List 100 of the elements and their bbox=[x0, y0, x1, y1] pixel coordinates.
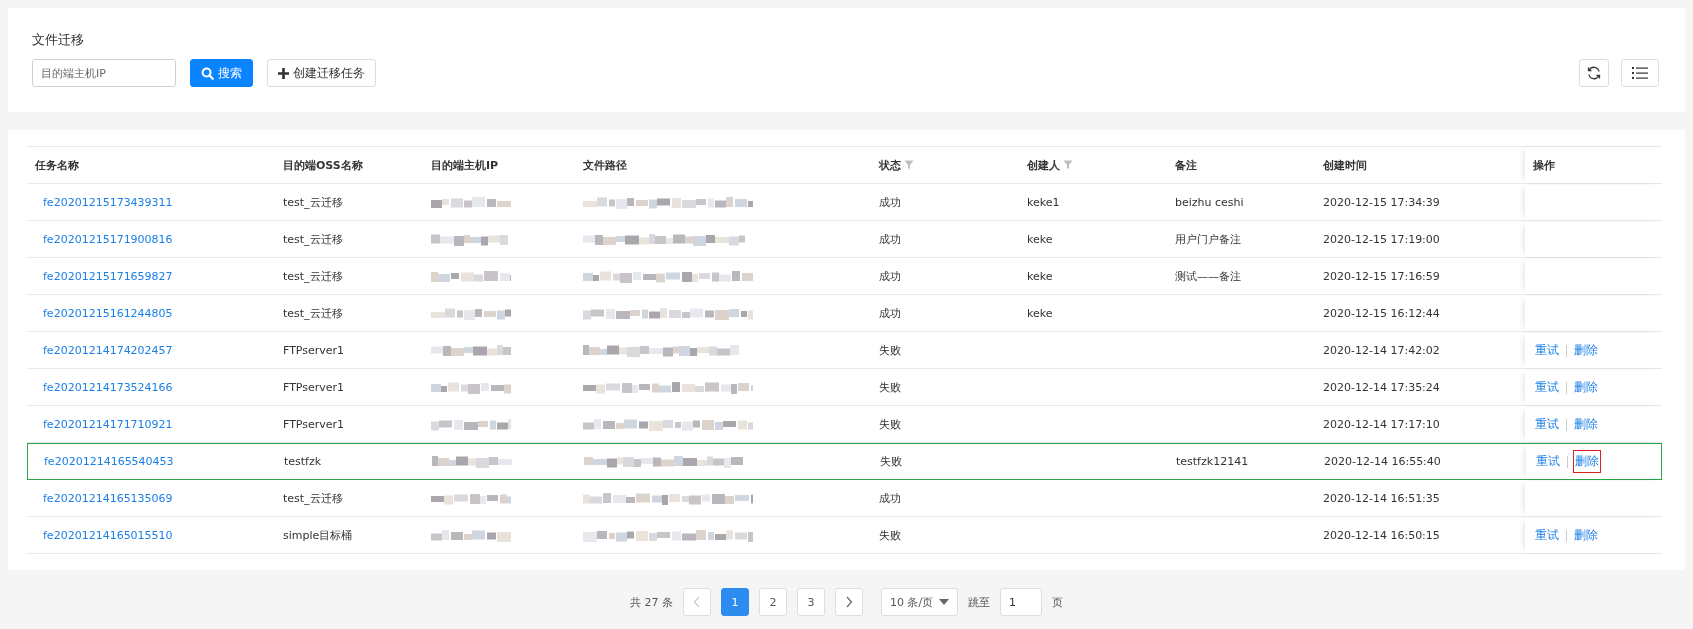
page-button[interactable]: 3 bbox=[796, 588, 825, 616]
table-cell: 2020-12-14 16:50:15 bbox=[1323, 529, 1440, 542]
table-cell: 2020-12-14 16:51:35 bbox=[1323, 492, 1440, 505]
task-link[interactable]: fe20201215173439311 bbox=[43, 196, 173, 209]
table-row[interactable]: fe20201214165540453 testfzk 失败 testfzk12141 2020-12-14 16:55:40 重试 删除 bbox=[27, 443, 1662, 480]
table-cell: 失败 bbox=[880, 454, 902, 469]
action-link[interactable]: 删除 bbox=[1572, 339, 1600, 362]
table-cell: testfzk bbox=[284, 455, 322, 468]
page-suffix: 页 bbox=[1052, 594, 1064, 610]
table-row[interactable]: fe20201215161244805 test_云迁移 成功 keke 2020-12-15 16:12:44 bbox=[27, 295, 1662, 332]
search-icon bbox=[201, 66, 214, 80]
table-cell: FTPserver1 bbox=[283, 381, 345, 394]
table-cell: 2020-12-14 16:55:40 bbox=[1324, 455, 1441, 468]
table-cell: 2020-12-14 17:35:24 bbox=[1323, 381, 1440, 394]
column-header: 操作 bbox=[1533, 157, 1555, 173]
action-link[interactable]: 重试 bbox=[1533, 376, 1561, 399]
action-link[interactable]: 重试 bbox=[1533, 524, 1561, 547]
table-cell: keke bbox=[1027, 307, 1053, 320]
table-cell: keke bbox=[1027, 270, 1053, 283]
action-link[interactable]: 删除 bbox=[1572, 413, 1600, 436]
table-row[interactable]: fe20201214165135069 test_云迁移 成功 2020-12-14 16:51:35 bbox=[27, 480, 1662, 517]
table-row[interactable]: fe20201214174202457 FTPserver1 失败 2020-12-14 17:42:02 重试 删除 bbox=[27, 332, 1662, 369]
action-link[interactable]: 删除 bbox=[1572, 376, 1600, 399]
action-link[interactable]: 重试 bbox=[1533, 339, 1561, 362]
table-cell: 测试——备注 bbox=[1175, 269, 1241, 284]
table-row[interactable]: fe20201215171659827 test_云迁移 成功 keke 测试——备注 2020-12-15 17:16:59 bbox=[27, 258, 1662, 295]
table-row[interactable]: fe20201215173439311 test_云迁移 成功 keke1 beizhu ceshi 2020-12-15 17:34:39 bbox=[27, 184, 1662, 221]
table-cell: beizhu ceshi bbox=[1175, 196, 1244, 209]
task-link[interactable]: fe20201214174202457 bbox=[43, 344, 173, 357]
table-cell: test_云迁移 bbox=[283, 195, 343, 210]
jump-label: 跳至 bbox=[968, 594, 991, 610]
search-field[interactable]: 目的端主机IP bbox=[32, 59, 176, 87]
refresh-button[interactable] bbox=[1579, 59, 1609, 87]
table-cell: 成功 bbox=[879, 232, 901, 247]
table-cell: 2020-12-14 17:42:02 bbox=[1323, 344, 1440, 357]
column-header: 文件路径 bbox=[583, 157, 627, 173]
table-cell: 失败 bbox=[879, 380, 901, 395]
table-cell: 失败 bbox=[879, 417, 901, 432]
column-header[interactable]: 状态 bbox=[879, 157, 914, 173]
table-cell: 2020-12-15 17:16:59 bbox=[1323, 270, 1440, 283]
table-cell: FTPserver1 bbox=[283, 418, 345, 431]
plus-icon bbox=[278, 67, 289, 79]
table-cell: 2020-12-15 17:34:39 bbox=[1323, 196, 1440, 209]
table-cell: 失败 bbox=[879, 343, 901, 358]
table-cell: 成功 bbox=[879, 269, 901, 284]
table-cell: 成功 bbox=[879, 306, 901, 321]
table-cell: test_云迁移 bbox=[283, 306, 343, 321]
table-cell: keke bbox=[1027, 233, 1053, 246]
page-button[interactable]: 1 bbox=[720, 588, 749, 616]
table-cell: 2020-12-14 17:17:10 bbox=[1323, 418, 1440, 431]
table-cell: test_云迁移 bbox=[283, 232, 343, 247]
task-link[interactable]: fe20201214165135069 bbox=[43, 492, 173, 505]
action-link[interactable]: 删除 bbox=[1573, 450, 1601, 473]
table-cell: 2020-12-15 17:19:00 bbox=[1323, 233, 1440, 246]
table-cell: 用户门户备注 bbox=[1175, 232, 1241, 247]
refresh-icon bbox=[1586, 65, 1602, 81]
column-header: 目的端主机IP bbox=[431, 157, 499, 173]
table-cell: test_云迁移 bbox=[283, 491, 343, 506]
task-link[interactable]: fe20201215171659827 bbox=[43, 270, 173, 283]
column-header: 任务名称 bbox=[35, 157, 79, 173]
action-link[interactable]: 重试 bbox=[1534, 450, 1562, 473]
table-cell: simple目标桶 bbox=[283, 528, 353, 543]
table-cell: 2020-12-15 16:12:44 bbox=[1323, 307, 1440, 320]
table-cell: 失败 bbox=[879, 528, 901, 543]
chevron-left-icon bbox=[692, 596, 701, 608]
page-button[interactable]: 2 bbox=[758, 588, 787, 616]
table-row[interactable]: fe20201214173524166 FTPserver1 失败 2020-12-14 17:35:24 重试 删除 bbox=[27, 369, 1662, 406]
list-icon bbox=[1632, 66, 1648, 80]
table-row[interactable]: fe20201215171900816 test_云迁移 成功 keke 用户门户备注 2020-12-15 17:19:00 bbox=[27, 221, 1662, 258]
task-link[interactable]: fe20201215171900816 bbox=[43, 233, 173, 246]
page-title: 文件迁移 bbox=[32, 31, 85, 49]
task-link[interactable]: fe20201214165540453 bbox=[44, 455, 174, 468]
filter-icon bbox=[1063, 160, 1073, 170]
filter-icon bbox=[904, 160, 914, 170]
column-header: 备注 bbox=[1175, 157, 1197, 173]
page-size-select[interactable]: 10 条/页 bbox=[880, 588, 959, 616]
table-cell: 成功 bbox=[879, 195, 901, 210]
task-link[interactable]: fe20201215161244805 bbox=[43, 307, 173, 320]
table-cell: keke1 bbox=[1027, 196, 1060, 209]
list-button[interactable] bbox=[1621, 59, 1659, 87]
task-link[interactable]: fe20201214165015510 bbox=[43, 529, 173, 542]
task-link[interactable]: fe20201214171710921 bbox=[43, 418, 173, 431]
search-button[interactable]: 搜索 bbox=[190, 59, 253, 87]
total-count: 共 27 条 bbox=[629, 594, 673, 610]
column-header: 目的端OSS名称 bbox=[283, 157, 363, 173]
column-header: 创建时间 bbox=[1323, 157, 1367, 173]
table-row[interactable]: fe20201214171710921 FTPserver1 失败 2020-12-14 17:17:10 重试 删除 bbox=[27, 406, 1662, 443]
action-link[interactable]: 重试 bbox=[1533, 413, 1561, 436]
column-header[interactable]: 创建人 bbox=[1027, 157, 1073, 173]
table-cell: 成功 bbox=[879, 491, 901, 506]
task-link[interactable]: fe20201214173524166 bbox=[43, 381, 173, 394]
page-jump-field[interactable]: 1 bbox=[1000, 588, 1043, 616]
create-button[interactable]: 创建迁移任务 bbox=[267, 59, 376, 87]
caret-icon bbox=[939, 599, 950, 605]
action-link[interactable]: 删除 bbox=[1572, 524, 1600, 547]
table-cell: testfzk12141 bbox=[1176, 455, 1249, 468]
table-row[interactable]: fe20201214165015510 simple目标桶 失败 2020-12-14 16:50:15 重试 删除 bbox=[27, 517, 1662, 554]
table-cell: FTPserver1 bbox=[283, 344, 345, 357]
chevron-right-icon bbox=[844, 596, 853, 608]
table-cell: test_云迁移 bbox=[283, 269, 343, 284]
